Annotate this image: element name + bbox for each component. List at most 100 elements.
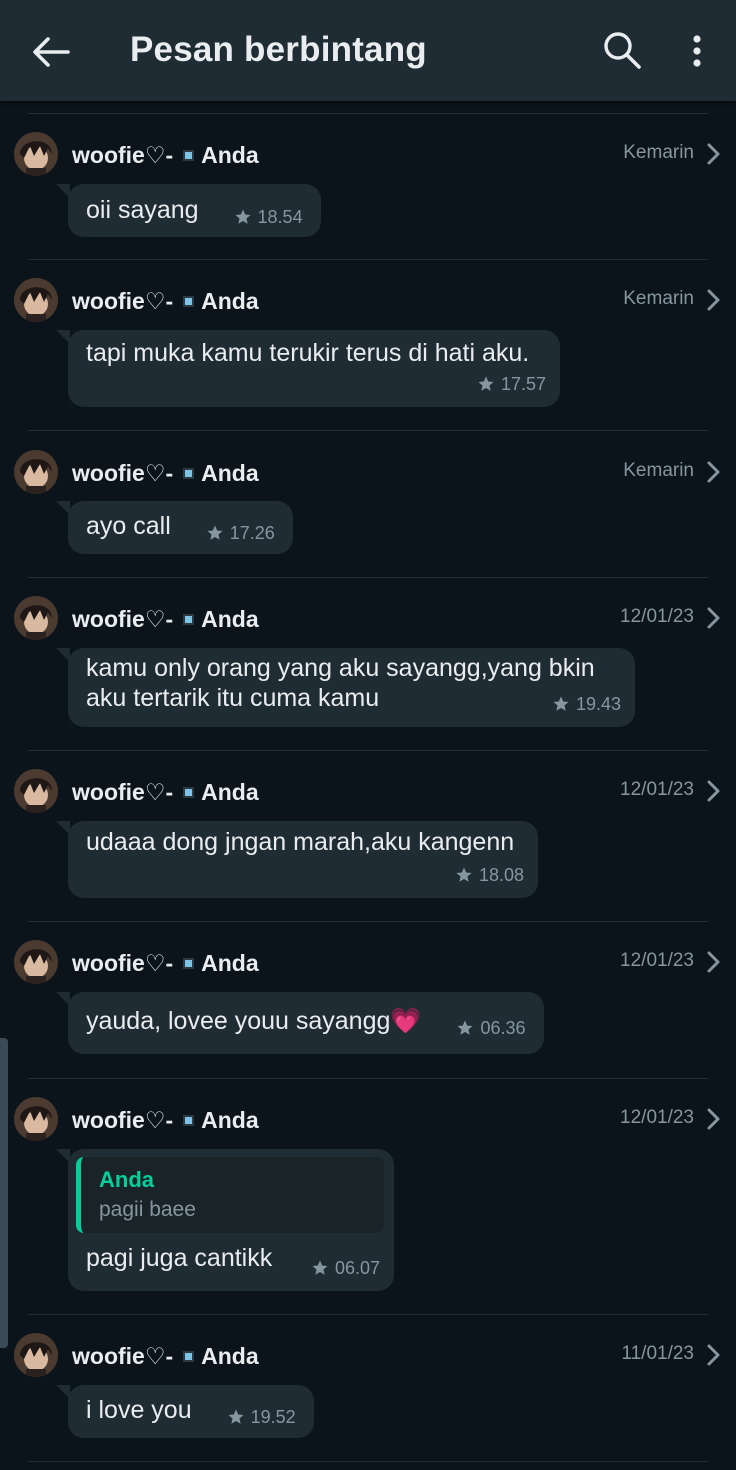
message-meta: 18.08 — [455, 860, 524, 890]
avatar[interactable] — [14, 1097, 58, 1141]
divider — [28, 430, 708, 431]
message-text: kamu only orang yang aku sayangg,yang bk… — [86, 654, 595, 712]
message-text: yauda, lovee youu sayangg💗 — [86, 1007, 422, 1035]
avatar[interactable] — [14, 940, 58, 984]
avatar[interactable] — [14, 278, 58, 322]
divider — [28, 921, 708, 922]
star-icon — [457, 1020, 473, 1035]
avatar[interactable] — [14, 596, 58, 640]
quoted-sender: Anda — [99, 1167, 154, 1192]
avatar[interactable] — [14, 450, 58, 494]
message-time: 17.26 — [229, 523, 275, 543]
sender-name: woofie♡- — [72, 949, 174, 976]
sender-name: woofie♡- — [72, 141, 174, 168]
message-bubble[interactable]: i love you 19.52 — [56, 1385, 314, 1438]
avatar[interactable] — [14, 1333, 58, 1377]
divider — [28, 577, 708, 578]
forward-arrow-icon — [183, 467, 195, 479]
message-date: Kemarin — [623, 460, 694, 481]
star-icon — [456, 867, 472, 882]
message-time: 06.07 — [334, 1258, 380, 1278]
message-meta: 06.07 — [311, 1253, 380, 1283]
message-date: Kemarin — [623, 142, 694, 163]
recipient-name: Anda — [201, 605, 259, 632]
star-icon — [478, 376, 494, 391]
message-text: i love you — [86, 1396, 192, 1424]
back-arrow-icon[interactable] — [30, 34, 70, 70]
scrollbar-handle[interactable] — [0, 1038, 8, 1348]
star-icon — [207, 525, 223, 540]
avatar[interactable] — [14, 769, 58, 813]
more-options-icon[interactable] — [686, 32, 708, 72]
forward-arrow-icon — [183, 149, 195, 161]
quoted-message[interactable]: Anda pagii baee — [76, 1157, 384, 1233]
message-meta: 19.52 — [227, 1402, 296, 1432]
message-time: 19.52 — [250, 1407, 296, 1427]
message-date: 12/01/23 — [620, 779, 694, 800]
forward-arrow-icon — [183, 957, 195, 969]
message-meta: 17.57 — [477, 369, 546, 399]
message-bubble[interactable]: ayo call 17.26 — [56, 501, 293, 554]
divider — [28, 1078, 708, 1079]
message-meta: 18.54 — [234, 202, 303, 232]
recipient-name: Anda — [201, 1106, 259, 1133]
message-meta: 19.43 — [552, 689, 621, 719]
page-title: Pesan berbintang — [130, 30, 427, 69]
message-bubble[interactable]: oii sayang 18.54 — [56, 184, 321, 237]
recipient-name: Anda — [201, 141, 259, 168]
sender-name: woofie♡- — [72, 778, 174, 805]
chevron-right-icon[interactable] — [706, 950, 722, 974]
sender-name: woofie♡- — [72, 287, 174, 314]
message-participants: woofie♡- Anda — [72, 777, 259, 807]
quoted-text: pagii baee — [99, 1198, 196, 1221]
message-participants: woofie♡- Anda — [72, 1105, 259, 1135]
message-date: 12/01/23 — [620, 606, 694, 627]
message-participants: woofie♡- Anda — [72, 458, 259, 488]
sender-name: woofie♡- — [72, 459, 174, 486]
chevron-right-icon[interactable] — [706, 288, 722, 312]
forward-arrow-icon — [183, 1114, 195, 1126]
message-text: udaaa dong jngan marah,aku kangenn — [86, 828, 515, 856]
chevron-right-icon[interactable] — [706, 606, 722, 630]
message-time: 17.57 — [500, 374, 546, 394]
search-icon[interactable] — [602, 30, 642, 70]
recipient-name: Anda — [201, 1342, 259, 1369]
message-date: 11/01/23 — [621, 1343, 694, 1364]
divider — [28, 750, 708, 751]
star-icon — [235, 209, 251, 224]
message-bubble[interactable]: Anda pagii baee pagi juga cantikk 06.07 — [56, 1149, 394, 1291]
sender-name: woofie♡- — [72, 1342, 174, 1369]
chevron-right-icon[interactable] — [706, 460, 722, 484]
avatar[interactable] — [14, 132, 58, 176]
star-icon — [312, 1260, 328, 1275]
message-participants: woofie♡- Anda — [72, 1341, 259, 1371]
message-text: oii sayang — [86, 196, 199, 224]
message-bubble[interactable]: kamu only orang yang aku sayangg,yang bk… — [56, 648, 635, 727]
message-meta: 17.26 — [206, 518, 275, 548]
message-bubble[interactable]: tapi muka kamu terukir terus di hati aku… — [56, 330, 560, 407]
chevron-right-icon[interactable] — [706, 779, 722, 803]
message-text: ayo call — [86, 512, 171, 540]
message-date: Kemarin — [623, 288, 694, 309]
sender-name: woofie♡- — [72, 605, 174, 632]
recipient-name: Anda — [201, 949, 259, 976]
chevron-right-icon[interactable] — [706, 1107, 722, 1131]
star-icon — [228, 1409, 244, 1424]
star-icon — [553, 696, 569, 711]
message-participants: woofie♡- Anda — [72, 948, 259, 978]
app-bar: Pesan berbintang — [0, 0, 736, 101]
message-bubble[interactable]: udaaa dong jngan marah,aku kangenn 18.08 — [56, 821, 538, 898]
chevron-right-icon[interactable] — [706, 142, 722, 166]
message-bubble[interactable]: yauda, lovee youu sayangg💗 06.36 — [56, 992, 544, 1054]
message-text: pagi juga cantikk — [86, 1244, 273, 1272]
message-text: tapi muka kamu terukir terus di hati aku… — [86, 339, 530, 367]
forward-arrow-icon — [183, 295, 195, 307]
message-time: 18.54 — [257, 207, 303, 227]
divider — [28, 1461, 708, 1462]
chevron-right-icon[interactable] — [706, 1343, 722, 1367]
recipient-name: Anda — [201, 459, 259, 486]
sender-name: woofie♡- — [72, 1106, 174, 1133]
message-participants: woofie♡- Anda — [72, 286, 259, 316]
message-time: 06.36 — [480, 1018, 526, 1038]
forward-arrow-icon — [183, 786, 195, 798]
